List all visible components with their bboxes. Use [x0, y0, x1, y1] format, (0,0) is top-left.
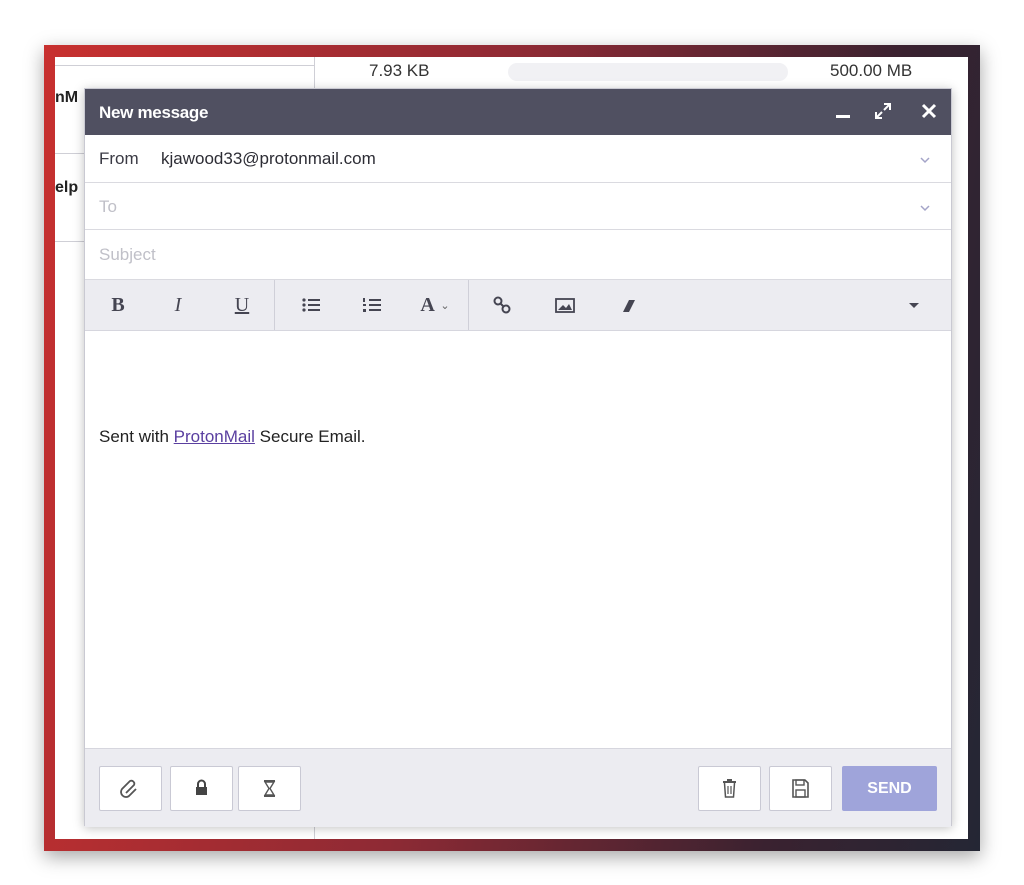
subject-input[interactable]: Subject	[99, 245, 156, 265]
divider	[55, 65, 315, 66]
link-icon[interactable]	[489, 292, 515, 318]
paperclip-icon	[120, 779, 137, 798]
save-icon	[792, 779, 809, 798]
minimize-icon[interactable]	[831, 99, 855, 123]
close-icon[interactable]	[917, 99, 941, 123]
chevron-down-icon[interactable]	[919, 154, 931, 166]
expand-icon[interactable]	[871, 99, 895, 123]
compose-title: New message	[99, 103, 209, 122]
from-address-select[interactable]: kjawood33@protonmail.com	[161, 149, 376, 169]
chevron-down-icon[interactable]	[919, 202, 931, 214]
chevron-down-icon: ⌄	[440, 300, 450, 312]
storage-total-label: 500.00 MB	[830, 61, 913, 80]
divider	[55, 153, 85, 154]
hourglass-icon	[263, 781, 276, 796]
divider	[55, 241, 85, 242]
to-input[interactable]: To	[99, 197, 117, 217]
message-body-editor[interactable]: Sent with ProtonMail Secure Email.	[85, 331, 951, 748]
italic-button[interactable]: I	[167, 292, 189, 318]
bold-button[interactable]: B	[107, 292, 129, 318]
to-field[interactable]: To	[85, 183, 951, 230]
signature-suffix: Secure Email.	[259, 427, 366, 446]
storage-progress-bar	[508, 63, 788, 81]
numbered-list-icon[interactable]	[359, 292, 385, 318]
discard-button[interactable]	[698, 766, 761, 811]
lock-icon	[196, 787, 207, 795]
background-label: elp	[55, 179, 79, 196]
eraser-icon[interactable]	[615, 292, 641, 318]
protonmail-link[interactable]: ProtonMail	[174, 427, 255, 446]
divider	[274, 280, 275, 330]
image-icon[interactable]	[552, 292, 578, 318]
attachment-button[interactable]	[99, 766, 162, 811]
from-label: From	[99, 149, 139, 168]
encryption-button[interactable]	[170, 766, 233, 811]
from-field[interactable]: From kjawood33@protonmail.com	[85, 135, 951, 183]
background-label: nM	[55, 89, 79, 106]
compose-footer: SEND	[85, 748, 951, 827]
send-button[interactable]: SEND	[842, 766, 937, 811]
font-size-label: A	[420, 294, 435, 316]
formatting-toolbar: B I U A ⌄	[85, 280, 951, 331]
compose-window: New message From kjawood33@protonmail.co…	[84, 88, 952, 827]
underline-button[interactable]: U	[231, 292, 253, 318]
save-draft-button[interactable]	[769, 766, 832, 811]
subject-field[interactable]: Subject	[85, 230, 951, 280]
storage-used-label: 7.93 KB	[369, 61, 430, 80]
trash-icon	[723, 782, 736, 798]
expiration-button[interactable]	[238, 766, 301, 811]
font-size-dropdown[interactable]: A ⌄	[415, 292, 455, 318]
compose-titlebar[interactable]: New message	[85, 89, 951, 135]
signature-prefix: Sent with	[99, 427, 169, 446]
signature: Sent with ProtonMail Secure Email.	[99, 427, 366, 447]
divider	[468, 280, 469, 330]
more-options-icon[interactable]	[901, 292, 927, 318]
bullet-list-icon[interactable]	[298, 292, 324, 318]
